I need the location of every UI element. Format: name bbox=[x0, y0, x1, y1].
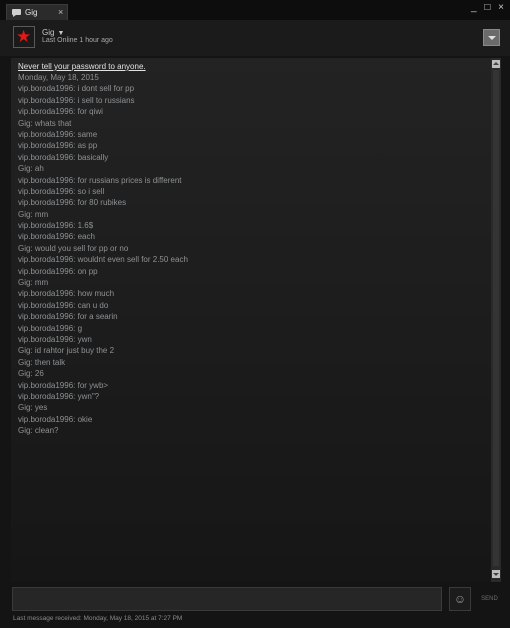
chat-message: vip.boroda1996: same bbox=[18, 129, 98, 139]
message-entry-bar: ☺ SEND Last message received: Monday, Ma… bbox=[0, 583, 510, 628]
chat-message: Gig: would you sell for pp or no bbox=[18, 243, 129, 253]
chat-bubble-icon bbox=[12, 9, 21, 17]
chat-message: vip.boroda1996: each bbox=[18, 232, 95, 242]
avatar[interactable]: ★ bbox=[13, 26, 35, 48]
window-controls: _ □ × bbox=[466, 2, 504, 13]
chat-message: vip.boroda1996: for qiwi bbox=[18, 107, 103, 117]
close-window-button[interactable]: × bbox=[498, 2, 504, 13]
friend-name[interactable]: Gig ▼ bbox=[42, 28, 64, 37]
chat-message: Gig: then talk bbox=[18, 357, 66, 367]
tab-label: Gig bbox=[25, 8, 38, 17]
chat-history: Never tell your password to anyone. Mond… bbox=[11, 58, 491, 582]
chat-message: vip.boroda1996: as pp bbox=[18, 141, 98, 151]
tab-close-icon[interactable]: × bbox=[58, 7, 63, 17]
friend-status: Last Online 1 hour ago bbox=[42, 37, 113, 44]
chat-message: Gig: mm bbox=[18, 209, 49, 219]
scroll-up-arrow-icon[interactable] bbox=[492, 60, 500, 68]
chat-message: vip.boroda1996: for 80 rubikes bbox=[18, 198, 127, 208]
message-input[interactable] bbox=[12, 587, 442, 611]
scrollbar-thumb[interactable] bbox=[493, 70, 499, 566]
last-message-status: Last message received: Monday, May 18, 2… bbox=[13, 615, 183, 622]
chat-message: vip.boroda1996: for a searin bbox=[18, 312, 118, 322]
chat-message: vip.boroda1996: g bbox=[18, 323, 83, 333]
chat-message: vip.boroda1996: okie bbox=[18, 414, 93, 424]
red-star-icon: ★ bbox=[16, 27, 32, 46]
chat-window: Gig × _ □ × ★ Gig ▼ Last Online 1 hour ag… bbox=[0, 0, 510, 628]
chat-message: Gig: 26 bbox=[18, 369, 44, 379]
chevron-down-icon: ▼ bbox=[57, 30, 65, 37]
chat-message: vip.boroda1996: 1.6$ bbox=[18, 221, 94, 231]
chat-message: vip.boroda1996: i sell to russians bbox=[18, 95, 135, 105]
send-button[interactable]: SEND bbox=[477, 587, 502, 611]
chat-message: vip.boroda1996: on pp bbox=[18, 266, 98, 276]
chat-message: Gig: ah bbox=[18, 164, 44, 174]
minimize-button[interactable]: _ bbox=[471, 2, 477, 13]
chat-message: vip.boroda1996: wouldnt even sell for 2.… bbox=[18, 255, 188, 265]
emoticon-button[interactable]: ☺ bbox=[449, 587, 471, 611]
chat-message: Gig: yes bbox=[18, 403, 48, 413]
chat-message: Gig: whats that bbox=[18, 118, 72, 128]
security-warning: Never tell your password to anyone. bbox=[18, 62, 146, 71]
chat-message: vip.boroda1996: ywn"? bbox=[18, 391, 100, 401]
maximize-button[interactable]: □ bbox=[484, 2, 490, 13]
chat-message: Gig: clean? bbox=[18, 426, 59, 436]
tab-gig[interactable]: Gig × bbox=[6, 4, 68, 20]
chat-message: vip.boroda1996: for russians prices is d… bbox=[18, 175, 182, 185]
chat-message: vip.boroda1996: basically bbox=[18, 152, 109, 162]
smiley-icon: ☺ bbox=[453, 592, 467, 606]
title-bar: Gig × _ □ × bbox=[0, 0, 510, 20]
friend-name-label: Gig bbox=[42, 28, 55, 37]
chat-message: vip.boroda1996: so i sell bbox=[18, 186, 105, 196]
chat-message: vip.boroda1996: can u do bbox=[18, 300, 109, 310]
message-list: Monday, May 18, 2015 vip.boroda1996: i d… bbox=[18, 72, 188, 437]
chat-message: vip.boroda1996: ywn bbox=[18, 334, 92, 344]
chat-scrollbar[interactable] bbox=[491, 58, 501, 582]
friend-header: ★ Gig ▼ Last Online 1 hour ago bbox=[0, 20, 510, 56]
date-separator: Monday, May 18, 2015 bbox=[18, 73, 99, 82]
chat-message: Gig: id rahtor just buy the 2 bbox=[18, 346, 115, 356]
chat-message: Gig: mm bbox=[18, 278, 49, 288]
scroll-down-arrow-icon[interactable] bbox=[492, 570, 500, 578]
chat-message: vip.boroda1996: how much bbox=[18, 289, 115, 299]
options-dropdown-button[interactable] bbox=[483, 29, 500, 46]
chat-message: vip.boroda1996: i dont sell for pp bbox=[18, 84, 135, 94]
chat-message: vip.boroda1996: for ywb> bbox=[18, 380, 109, 390]
